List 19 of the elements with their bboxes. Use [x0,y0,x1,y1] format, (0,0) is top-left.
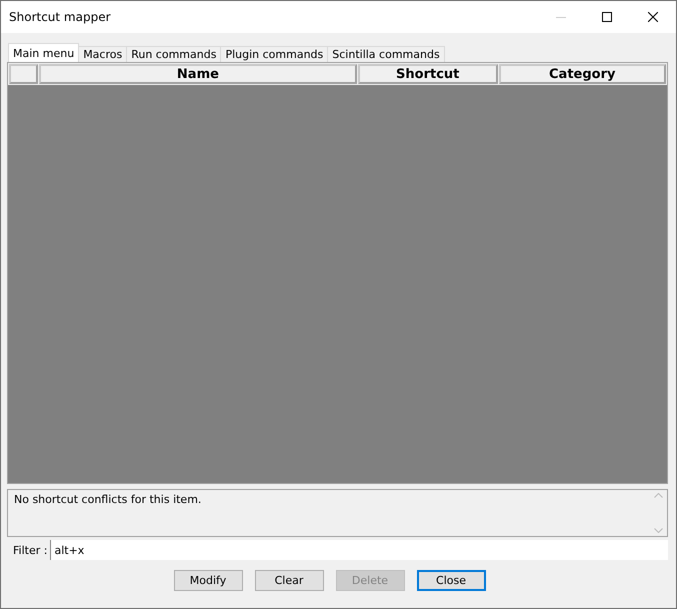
scroll-down-icon[interactable] [654,528,663,533]
maximize-icon[interactable] [602,12,612,22]
tab[interactable]: Scintilla commands [327,46,445,62]
dialog-button[interactable]: Modify [174,570,242,591]
tab[interactable]: Main menu [8,43,80,62]
column-header[interactable]: Category [498,64,666,84]
filter-field[interactable]: alt+x [50,540,668,560]
column-header[interactable]: Name [38,64,357,84]
scroll-up-icon[interactable] [654,493,663,498]
dialog-button[interactable]: Clear [254,570,324,591]
close-icon[interactable] [648,12,658,22]
tab[interactable]: Plugin commands [220,46,328,62]
conflicts-text: No shortcut conflicts for this item. [13,492,202,508]
filter-label: Filter : [12,544,48,556]
column-header[interactable] [9,64,38,84]
minimize-icon[interactable] [556,16,566,18]
dialog-button[interactable]: Close [416,570,486,591]
column-header[interactable]: Shortcut [358,64,498,84]
window-title: Shortcut mapper [9,10,112,24]
